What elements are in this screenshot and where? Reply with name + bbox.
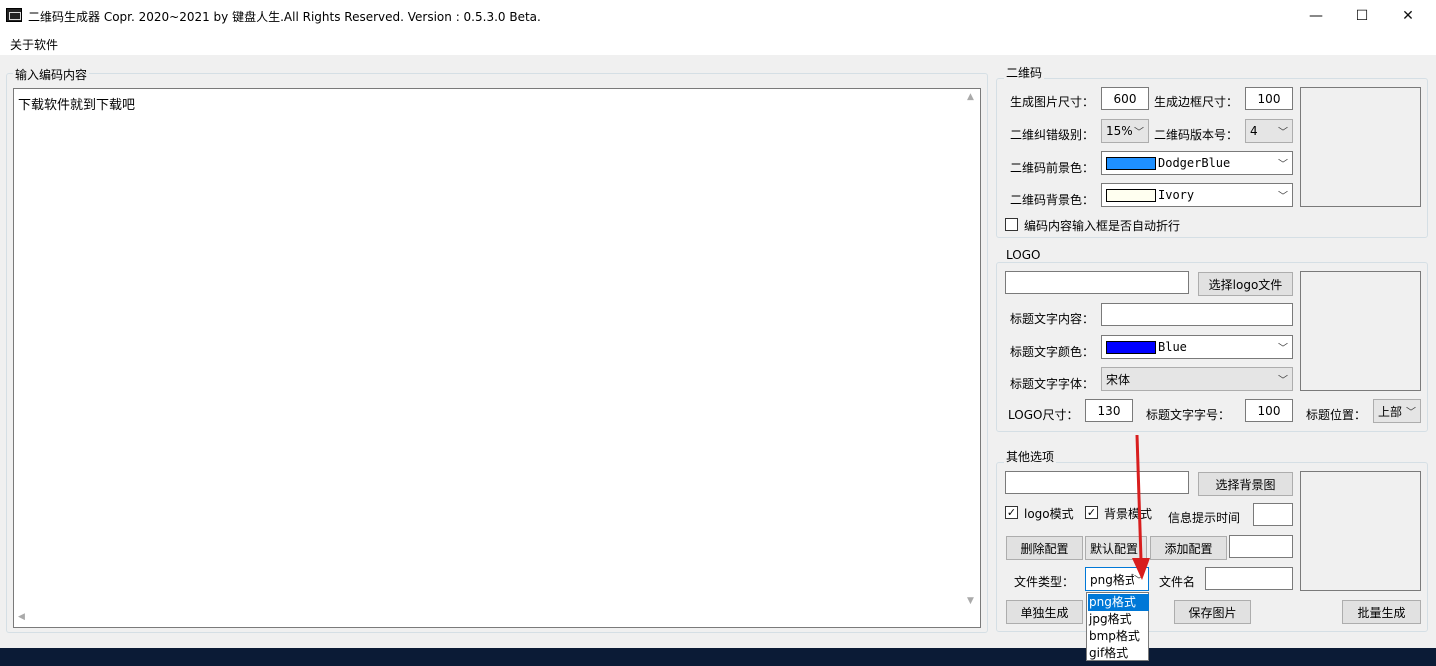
qr-group-title: 二维码 (1004, 64, 1045, 81)
file-name-input[interactable] (1205, 567, 1293, 590)
logo-path-input[interactable] (1005, 271, 1189, 294)
file-name-label: 文件名 (1159, 575, 1196, 589)
batch-generate-button[interactable]: 批量生成 (1342, 600, 1421, 624)
single-generate-button[interactable]: 单独生成 (1006, 600, 1083, 624)
ecc-level-value: 15% (1106, 124, 1133, 138)
logo-mode-label: logo模式 (1024, 507, 1074, 521)
taskbar (0, 648, 1436, 666)
maximize-button[interactable]: ☐ (1339, 0, 1385, 31)
version-value: 4 (1250, 124, 1258, 138)
logo-preview (1300, 271, 1421, 391)
file-type-dropdown[interactable]: png格式 jpg格式 bmp格式 gif格式 (1086, 592, 1149, 661)
bg-color-swatch (1106, 188, 1156, 202)
menu-about[interactable]: 关于软件 (10, 36, 58, 53)
fg-color-value: DodgerBlue (1158, 156, 1231, 170)
window-title: 二维码生成器 Copr. 2020~2021 by 键盘人生.All Right… (28, 10, 541, 24)
fg-color-swatch (1106, 156, 1156, 170)
save-image-button[interactable]: 保存图片 (1174, 600, 1251, 624)
border-size-input[interactable]: 100 (1245, 87, 1293, 110)
border-size-label: 生成边框尺寸： (1154, 95, 1239, 109)
horizontal-scrollbar[interactable]: ◀ (14, 609, 964, 627)
bg-color-value: Ivory (1158, 188, 1195, 202)
chevron-down-icon: ﹀ (1406, 407, 1416, 419)
caption-position-value: 上部 (1378, 404, 1403, 419)
ecc-level-select[interactable]: 15% ﹀ (1101, 119, 1149, 143)
logo-group-title: LOGO (1004, 248, 1043, 262)
caption-position-label: 标题位置： (1306, 408, 1367, 422)
caption-color-label: 标题文字颜色： (1010, 345, 1095, 359)
delete-config-button[interactable]: 删除配置 (1006, 536, 1083, 560)
chevron-down-icon: ﹀ (1278, 159, 1288, 171)
chevron-down-icon: ﹀ (1278, 191, 1288, 203)
annotation-arrow-icon (1132, 434, 1150, 580)
caption-font-label: 标题文字字体： (1010, 377, 1095, 391)
minimize-button[interactable]: — (1293, 0, 1339, 31)
close-button[interactable]: ✕ (1385, 0, 1431, 31)
content-textarea[interactable] (13, 88, 981, 628)
chevron-down-icon: ﹀ (1278, 343, 1288, 355)
caption-position-select[interactable]: 上部 ﹀ (1373, 399, 1421, 423)
scroll-up-icon[interactable]: ▲ (967, 92, 974, 102)
file-type-option-jpg[interactable]: jpg格式 (1088, 611, 1149, 628)
caption-color-value: Blue (1158, 340, 1187, 354)
info-time-input[interactable] (1253, 503, 1293, 526)
content-text: 下载软件就到下载吧 (18, 98, 136, 113)
vertical-scrollbar[interactable]: ▲ ▼ (964, 89, 980, 609)
caption-font-select[interactable]: 宋体 ﹀ (1101, 367, 1293, 391)
menu-bar (0, 31, 1436, 56)
version-label: 二维码版本号： (1154, 128, 1239, 142)
logo-size-label: LOGO尺寸： (1008, 408, 1079, 422)
scroll-down-icon[interactable]: ▼ (967, 596, 974, 606)
logo-mode-checkbox[interactable]: ✓ (1005, 506, 1018, 519)
bg-color-label: 二维码背景色： (1010, 193, 1095, 207)
fg-color-label: 二维码前景色： (1010, 161, 1095, 175)
app-icon (6, 8, 22, 22)
caption-color-select[interactable]: Blue ﹀ (1101, 335, 1293, 359)
logo-size-input[interactable]: 130 (1085, 399, 1133, 422)
caption-font-value: 宋体 (1106, 372, 1131, 387)
image-size-label: 生成图片尺寸： (1010, 95, 1095, 109)
chevron-down-icon: ﹀ (1278, 375, 1288, 387)
file-type-option-png[interactable]: png格式 (1088, 594, 1149, 611)
bg-preview (1300, 471, 1421, 591)
wrap-label: 编码内容输入框是否自动折行 (1024, 219, 1181, 233)
fg-color-select[interactable]: DodgerBlue ﹀ (1101, 151, 1293, 175)
file-type-option-gif[interactable]: gif格式 (1088, 645, 1149, 662)
select-bg-button[interactable]: 选择背景图 (1198, 472, 1293, 496)
chevron-down-icon: ﹀ (1278, 127, 1288, 139)
file-type-label: 文件类型： (1014, 575, 1075, 589)
bg-image-path-input[interactable] (1005, 471, 1189, 494)
qr-preview (1300, 87, 1421, 207)
info-time-label: 信息提示时间 (1168, 511, 1241, 525)
wrap-checkbox[interactable] (1005, 218, 1018, 231)
caption-size-label: 标题文字字号： (1146, 408, 1231, 422)
file-type-option-bmp[interactable]: bmp格式 (1088, 628, 1149, 645)
image-size-input[interactable]: 600 (1101, 87, 1149, 110)
version-select[interactable]: 4 ﹀ (1245, 119, 1293, 143)
caption-text-input[interactable] (1101, 303, 1293, 326)
caption-size-input[interactable]: 100 (1245, 399, 1293, 422)
select-logo-button[interactable]: 选择logo文件 (1198, 272, 1293, 296)
config-name-input[interactable] (1229, 535, 1293, 558)
ecc-level-label: 二维纠错级别： (1010, 128, 1095, 142)
bg-mode-checkbox[interactable]: ✓ (1085, 506, 1098, 519)
chevron-down-icon: ﹀ (1134, 127, 1144, 139)
other-group-title: 其他选项 (1004, 448, 1057, 465)
add-config-button[interactable]: 添加配置 (1150, 536, 1227, 560)
input-group-title: 输入编码内容 (13, 66, 90, 83)
caption-text-label: 标题文字内容： (1010, 312, 1095, 326)
caption-color-swatch (1106, 340, 1156, 354)
scroll-left-icon[interactable]: ◀ (18, 612, 25, 622)
bg-color-select[interactable]: Ivory ﹀ (1101, 183, 1293, 207)
